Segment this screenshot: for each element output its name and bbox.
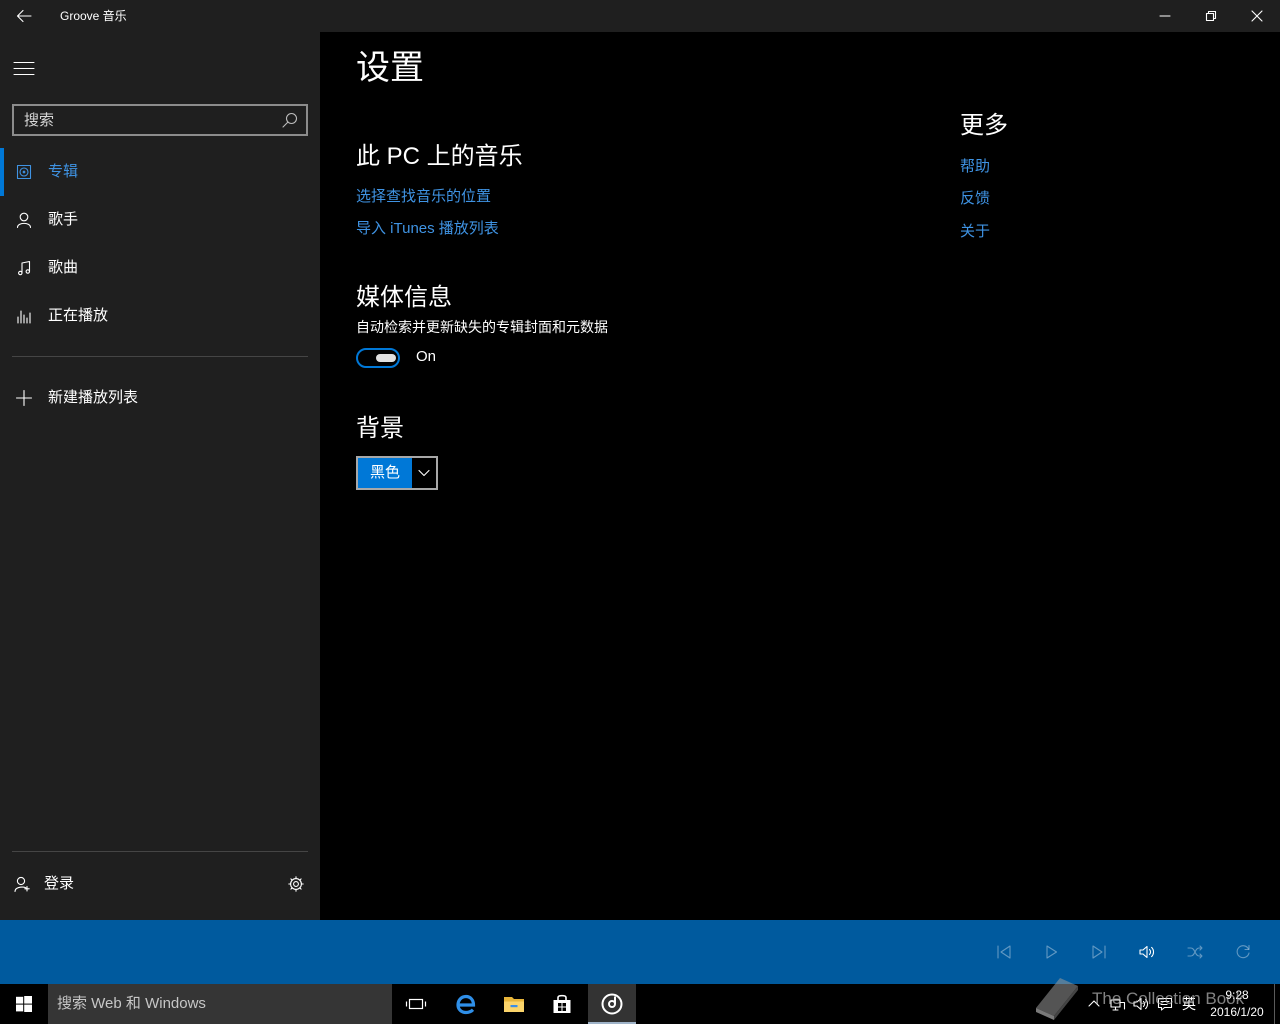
restore-icon bbox=[1205, 10, 1217, 22]
nav-label: 正在播放 bbox=[48, 307, 109, 324]
nav-list: 专辑 歌手 歌曲 正在播放 bbox=[0, 148, 320, 340]
sign-in-label: 登录 bbox=[44, 875, 75, 892]
hamburger-icon bbox=[13, 61, 35, 76]
restore-button[interactable] bbox=[1188, 0, 1234, 32]
title-bar: Groove 音乐 bbox=[0, 0, 1280, 32]
start-button[interactable] bbox=[0, 984, 48, 1024]
groove-music-icon bbox=[601, 993, 623, 1015]
back-arrow-icon bbox=[16, 9, 32, 23]
previous-icon bbox=[997, 945, 1011, 959]
chevron-down-icon bbox=[418, 469, 430, 477]
music-on-pc-heading: 此 PC 上的音乐 bbox=[356, 143, 523, 170]
search-icon bbox=[282, 112, 298, 128]
nav-label: 专辑 bbox=[48, 163, 79, 180]
toggle-thumb bbox=[376, 354, 396, 362]
next-icon bbox=[1092, 945, 1106, 959]
now-playing-icon bbox=[17, 310, 31, 324]
more-heading: 更多 bbox=[960, 112, 1008, 139]
shuffle-button[interactable] bbox=[1171, 920, 1219, 984]
repeat-icon bbox=[1236, 944, 1250, 959]
windows-logo-icon bbox=[16, 996, 32, 1012]
edge-icon bbox=[456, 994, 476, 1015]
groove-music-taskbar-button[interactable] bbox=[588, 984, 636, 1024]
close-button[interactable] bbox=[1234, 0, 1280, 32]
selection-indicator bbox=[0, 292, 4, 340]
nav-item-songs[interactable]: 歌曲 bbox=[0, 244, 320, 292]
background-dropdown[interactable]: 黑色 bbox=[356, 456, 438, 490]
artist-icon bbox=[16, 212, 32, 229]
dropdown-toggle[interactable] bbox=[412, 458, 436, 488]
menu-button[interactable] bbox=[0, 44, 48, 92]
task-view-icon bbox=[405, 998, 427, 1010]
taskbar: 搜索 Web 和 Windows 英 9:28 2016/1/20 bbox=[0, 984, 1280, 1024]
task-view-button[interactable] bbox=[392, 984, 440, 1024]
sign-in-button[interactable]: 登录 bbox=[0, 860, 270, 908]
plus-icon bbox=[15, 389, 33, 407]
media-info-heading: 媒体信息 bbox=[356, 284, 452, 311]
nav-label: 歌手 bbox=[48, 211, 79, 228]
selection-indicator bbox=[0, 148, 4, 196]
next-button[interactable] bbox=[1075, 920, 1123, 984]
window-title: Groove 音乐 bbox=[60, 9, 127, 23]
help-link[interactable]: 帮助 bbox=[960, 157, 990, 177]
minimize-button[interactable] bbox=[1142, 0, 1188, 32]
back-button[interactable] bbox=[0, 0, 48, 32]
watermark-text: The Collection Book bbox=[1092, 989, 1245, 1008]
store-taskbar-button[interactable] bbox=[538, 984, 586, 1024]
volume-icon bbox=[1139, 945, 1154, 959]
show-desktop-button[interactable] bbox=[1274, 984, 1280, 1024]
search-box bbox=[12, 104, 308, 136]
play-icon bbox=[1046, 945, 1058, 959]
nav-label: 歌曲 bbox=[48, 259, 79, 276]
nav-item-now-playing[interactable]: 正在播放 bbox=[0, 292, 320, 340]
search-input[interactable] bbox=[14, 106, 276, 134]
minimize-icon bbox=[1159, 15, 1171, 17]
media-info-description: 自动检索并更新缺失的专辑封面和元数据 bbox=[356, 319, 608, 335]
taskbar-search-box[interactable]: 搜索 Web 和 Windows bbox=[48, 984, 392, 1024]
nav-divider bbox=[12, 356, 308, 357]
close-icon bbox=[1251, 10, 1263, 22]
navigation-pane: 专辑 歌手 歌曲 正在播放 bbox=[0, 32, 320, 920]
import-itunes-playlists-link[interactable]: 导入 iTunes 播放列表 bbox=[356, 219, 499, 239]
repeat-button[interactable] bbox=[1219, 920, 1267, 984]
player-bar bbox=[0, 920, 1280, 984]
file-explorer-icon bbox=[504, 997, 524, 1012]
new-playlist-label: 新建播放列表 bbox=[48, 389, 139, 406]
media-info-toggle[interactable] bbox=[356, 348, 400, 368]
search-button[interactable] bbox=[276, 106, 306, 134]
page-title: 设置 bbox=[356, 49, 424, 87]
edge-taskbar-button[interactable] bbox=[442, 984, 490, 1024]
toggle-state-label: On bbox=[416, 348, 437, 365]
selection-indicator bbox=[0, 196, 4, 244]
volume-button[interactable] bbox=[1123, 920, 1171, 984]
settings-button[interactable] bbox=[280, 860, 312, 908]
previous-button[interactable] bbox=[980, 920, 1028, 984]
gear-icon bbox=[288, 876, 304, 892]
shuffle-icon bbox=[1187, 945, 1203, 959]
store-icon bbox=[553, 994, 571, 1013]
album-icon bbox=[16, 164, 32, 180]
feedback-link[interactable]: 反馈 bbox=[960, 189, 990, 209]
account-divider bbox=[12, 851, 308, 852]
selection-indicator bbox=[0, 244, 4, 292]
choose-music-location-link[interactable]: 选择查找音乐的位置 bbox=[356, 187, 491, 207]
background-heading: 背景 bbox=[356, 415, 404, 442]
book-icon bbox=[1036, 978, 1078, 1020]
background-selected-value: 黑色 bbox=[358, 458, 412, 488]
settings-page: 设置 此 PC 上的音乐 选择查找音乐的位置 导入 iTunes 播放列表 媒体… bbox=[320, 32, 1280, 920]
about-link[interactable]: 关于 bbox=[960, 222, 990, 242]
nav-item-albums[interactable]: 专辑 bbox=[0, 148, 320, 196]
file-explorer-taskbar-button[interactable] bbox=[490, 984, 538, 1024]
sign-in-icon bbox=[14, 876, 30, 893]
nav-item-artists[interactable]: 歌手 bbox=[0, 196, 320, 244]
music-note-icon bbox=[18, 260, 31, 276]
new-playlist-button[interactable]: 新建播放列表 bbox=[0, 374, 320, 422]
